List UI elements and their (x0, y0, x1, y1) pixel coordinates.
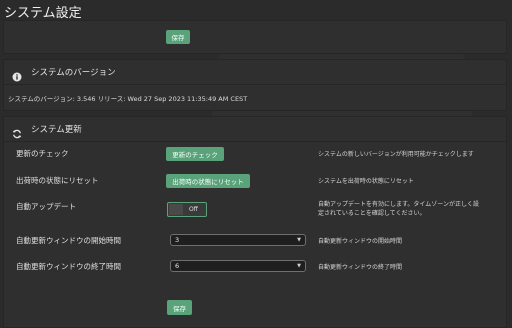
factory-reset-desc: システムを出荷時の状態にリセット (318, 178, 414, 185)
chevron-down-icon: ▼ (297, 263, 301, 269)
check-updates-label: 更新のチェック (16, 149, 69, 158)
update-window-end-label: 自動更新ウィンドウの終了時間 (16, 262, 121, 271)
auto-update-label: 自動アップデート (16, 202, 76, 211)
version-panel: システムのバージョン システムのバージョン: 3.546 リリース: Wed 2… (3, 59, 507, 111)
update-panel: システム更新 更新のチェック 更新のチェック システムの新しいバージョンが利用可… (3, 116, 507, 328)
top-panel: 保存 (3, 20, 507, 54)
update-window-start-desc: 自動更新ウィンドウの開始時間 (318, 238, 403, 245)
toggle-state: Off (189, 206, 198, 213)
version-panel-header: システムのバージョン (4, 60, 506, 85)
auto-update-desc: 自動アップデートを有効にします。タイムゾーンが正しく設 定されていることを確認し… (318, 200, 479, 218)
update-window-start-label: 自動更新ウィンドウの開始時間 (16, 236, 121, 245)
refresh-icon (12, 124, 22, 139)
auto-update-desc-line1: 自動アップデートを有効にします。タイムゾーンが正しく設 (318, 201, 479, 208)
update-panel-title: システム更新 (31, 125, 82, 135)
update-window-end-select[interactable]: 6 ▼ (170, 260, 306, 272)
version-panel-title: システムのバージョン (31, 68, 116, 78)
check-updates-desc: システムの新しいバージョンが利用可能かチェックします (318, 151, 474, 158)
update-panel-header: システム更新 (4, 117, 506, 142)
factory-reset-label: 出荷時の状態にリセット (16, 176, 99, 185)
top-save-button[interactable]: 保存 (166, 30, 190, 44)
chevron-down-icon: ▼ (297, 237, 301, 243)
info-circle-icon (12, 67, 22, 82)
update-window-end-value: 6 (175, 262, 180, 270)
update-window-end-desc: 自動更新ウィンドウの終了時間 (318, 264, 403, 271)
page-title: システム設定 (4, 6, 82, 21)
update-window-start-value: 3 (175, 236, 180, 244)
toggle-knob (169, 204, 183, 215)
check-updates-button[interactable]: 更新のチェック (166, 147, 224, 161)
auto-update-desc-line2: 定されていることを確認してください。 (318, 210, 426, 217)
update-save-button[interactable]: 保存 (167, 300, 192, 315)
auto-update-toggle[interactable]: Off (167, 202, 207, 217)
update-window-start-select[interactable]: 3 ▼ (170, 234, 306, 246)
version-info: システムのバージョン: 3.546 リリース: Wed 27 Sep 2023 … (8, 95, 248, 103)
factory-reset-button[interactable]: 出荷時の状態にリセット (166, 174, 250, 188)
